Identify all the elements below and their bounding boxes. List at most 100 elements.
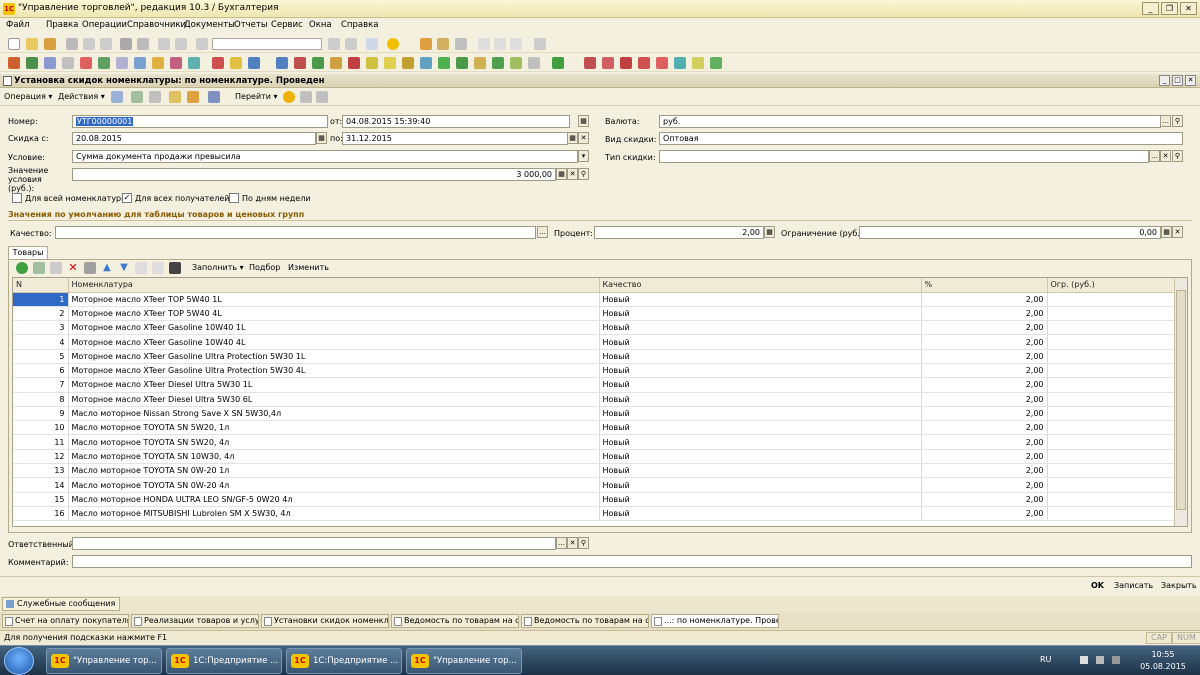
discount-from-field[interactable]: 20.08.2015 (72, 132, 316, 145)
table-row[interactable]: 12 Масло моторное TOYOTA SN 10W30, 4л Новы… (13, 449, 1176, 465)
table-row[interactable]: 13 Масло моторное TOYOTA SN 0W-20 1л Новый… (13, 463, 1176, 479)
row-nomenclature[interactable]: Моторное масло XTeer Diesel Ultra 5W30 6… (68, 392, 600, 407)
table-row[interactable]: 3 Моторное масло XTeer Gasoline 10W40 1L Н… (13, 320, 1176, 336)
responsible-search-icon[interactable]: ⚲ (578, 537, 589, 549)
discount-type-field[interactable] (659, 150, 1149, 163)
price-icon[interactable] (552, 57, 564, 69)
discount-from-calendar-button[interactable]: ▦ (316, 132, 327, 144)
all-recipients-checkbox[interactable]: ✓ (122, 193, 132, 203)
clock-time[interactable]: 10:55 (1138, 650, 1188, 659)
col-nomenclature[interactable]: Номенклатура (68, 278, 600, 293)
language-indicator[interactable]: RU (1040, 655, 1051, 664)
calendar-icon[interactable] (437, 38, 449, 50)
discount-kind-field[interactable]: Оптовая (659, 132, 1183, 145)
table-row[interactable]: 11 Масло моторное TOYOTA SN 5W20, 4л Новый… (13, 434, 1176, 450)
condition-value-clear-button[interactable]: ✕ (567, 168, 578, 180)
print-icon[interactable] (120, 38, 132, 50)
journal-icon[interactable] (134, 57, 146, 69)
book-icon[interactable] (8, 57, 20, 69)
clock-date[interactable]: 05.08.2015 (1134, 662, 1192, 671)
row-number[interactable]: 7 (13, 377, 69, 393)
fill-menu[interactable]: Заполнить ▾ (192, 263, 244, 272)
contract-icon[interactable] (584, 57, 596, 69)
table-row[interactable]: 5 Моторное масло XTeer Gasoline Ultra Pro… (13, 349, 1176, 364)
client-icon[interactable] (602, 57, 614, 69)
row-nomenclature[interactable]: Моторное масло XTeer TOP 5W40 1L (68, 292, 600, 307)
move-down-icon[interactable]: ▼ (118, 262, 130, 274)
window-tab-2[interactable]: Реализации товаров и услуг (131, 614, 259, 628)
comment-field[interactable] (72, 555, 1192, 568)
menu-help[interactable]: Справка (341, 20, 378, 30)
based-on-icon[interactable] (169, 91, 181, 103)
goods-table[interactable]: N Номенклатура Качество % Огр. (руб.) 1М… (12, 277, 1188, 527)
row-number[interactable]: 5 (13, 349, 69, 364)
row-percent[interactable]: 2,00 (921, 306, 1048, 322)
tab-goods[interactable]: Товары (8, 246, 48, 259)
discount-to-clear-button[interactable]: ✕ (578, 132, 589, 144)
shipment-icon[interactable] (348, 57, 360, 69)
coins-icon[interactable] (384, 57, 396, 69)
window-tab-1[interactable]: Счет на оплату покупателю (2, 614, 129, 628)
discount-to-calendar-button[interactable]: ▦ (567, 132, 578, 144)
row-percent[interactable]: 2,00 (921, 320, 1048, 336)
close-window-button[interactable]: ✕ (1180, 2, 1197, 15)
money-icon[interactable] (230, 57, 242, 69)
row-nomenclature[interactable]: Моторное масло XTeer Gasoline Ultra Prot… (68, 363, 600, 379)
start-button[interactable] (4, 647, 34, 675)
menu-reports[interactable]: Отчеты (234, 20, 268, 30)
grid-scrollbar[interactable] (1174, 278, 1187, 526)
menu-edit[interactable]: Правка (46, 20, 78, 30)
row-number[interactable]: 6 (13, 363, 69, 379)
menu-operations[interactable]: Операции (82, 20, 127, 30)
row-percent[interactable]: 2,00 (921, 292, 1048, 307)
menu-file[interactable]: Файл (6, 20, 29, 30)
transfer-icon[interactable] (276, 57, 288, 69)
edit-row-icon[interactable] (50, 262, 62, 274)
pay-icon[interactable] (420, 57, 432, 69)
row-limit[interactable] (1047, 334, 1176, 350)
grid-icon[interactable] (98, 57, 110, 69)
currency-select-button[interactable]: … (1160, 115, 1171, 127)
warehouse-icon[interactable] (438, 57, 450, 69)
table-row[interactable]: 6 Моторное масло XTeer Gasoline Ultra Pro… (13, 363, 1176, 379)
writeoff-icon[interactable] (528, 57, 540, 69)
calculator-icon[interactable] (420, 38, 432, 50)
table-row[interactable]: 1 Моторное масло XTeer TOP 5W40 1L Новый 2,… (13, 292, 1176, 307)
menu-service[interactable]: Сервис (271, 20, 303, 30)
help-icon[interactable] (283, 91, 295, 103)
actions-menu[interactable]: Действия ▾ (58, 92, 105, 101)
row-percent[interactable]: 2,00 (921, 363, 1048, 379)
delete-row-icon[interactable]: ✕ (67, 262, 79, 274)
table-row[interactable]: 2 Моторное масло XTeer TOP 5W40 4L Новый 2,… (13, 306, 1176, 322)
row-quality[interactable]: Новый (599, 334, 922, 350)
partner-icon[interactable] (638, 57, 650, 69)
table-row[interactable]: 4 Моторное масло XTeer Gasoline 10W40 4L Н… (13, 334, 1176, 350)
window-tab-3[interactable]: Установки скидок номенкл... (261, 614, 389, 628)
weekdays-checkbox[interactable] (229, 193, 239, 203)
invoice-icon[interactable] (212, 57, 224, 69)
taskbar-item-3[interactable]: 1С 1С:Предприятие ... (286, 648, 402, 674)
copy-row-icon[interactable] (33, 262, 45, 274)
row-number[interactable]: 15 (13, 492, 69, 507)
row-number[interactable]: 9 (13, 406, 69, 422)
discount-type-search-icon[interactable]: ⚲ (1172, 150, 1183, 162)
window-tab-6[interactable]: ...: по номенклатуре. Прове... (651, 614, 779, 628)
row-limit[interactable] (1047, 477, 1176, 493)
col-limit[interactable]: Огр. (руб.) (1047, 278, 1176, 293)
return-icon[interactable] (294, 57, 306, 69)
doc-minimize-button[interactable]: _ (1159, 75, 1170, 86)
wallet-icon[interactable] (402, 57, 414, 69)
report-icon[interactable] (44, 57, 56, 69)
row-percent[interactable]: 2,00 (921, 392, 1048, 407)
row-number[interactable]: 10 (13, 420, 69, 436)
window-tab-4[interactable]: Ведомость по товарам на с... (391, 614, 519, 628)
row-number[interactable]: 2 (13, 306, 69, 322)
date-from-field[interactable]: 04.08.2015 15:39:40 (342, 115, 570, 128)
operation-menu[interactable]: Операция ▾ (4, 92, 52, 101)
row-number[interactable]: 16 (13, 506, 69, 522)
search-prev-icon[interactable] (345, 38, 357, 50)
row-limit[interactable] (1047, 306, 1176, 322)
number-field[interactable]: УТГ00000001 (72, 115, 328, 128)
col-percent[interactable]: % (921, 278, 1048, 293)
condition-dropdown-icon[interactable]: ▾ (578, 150, 589, 162)
